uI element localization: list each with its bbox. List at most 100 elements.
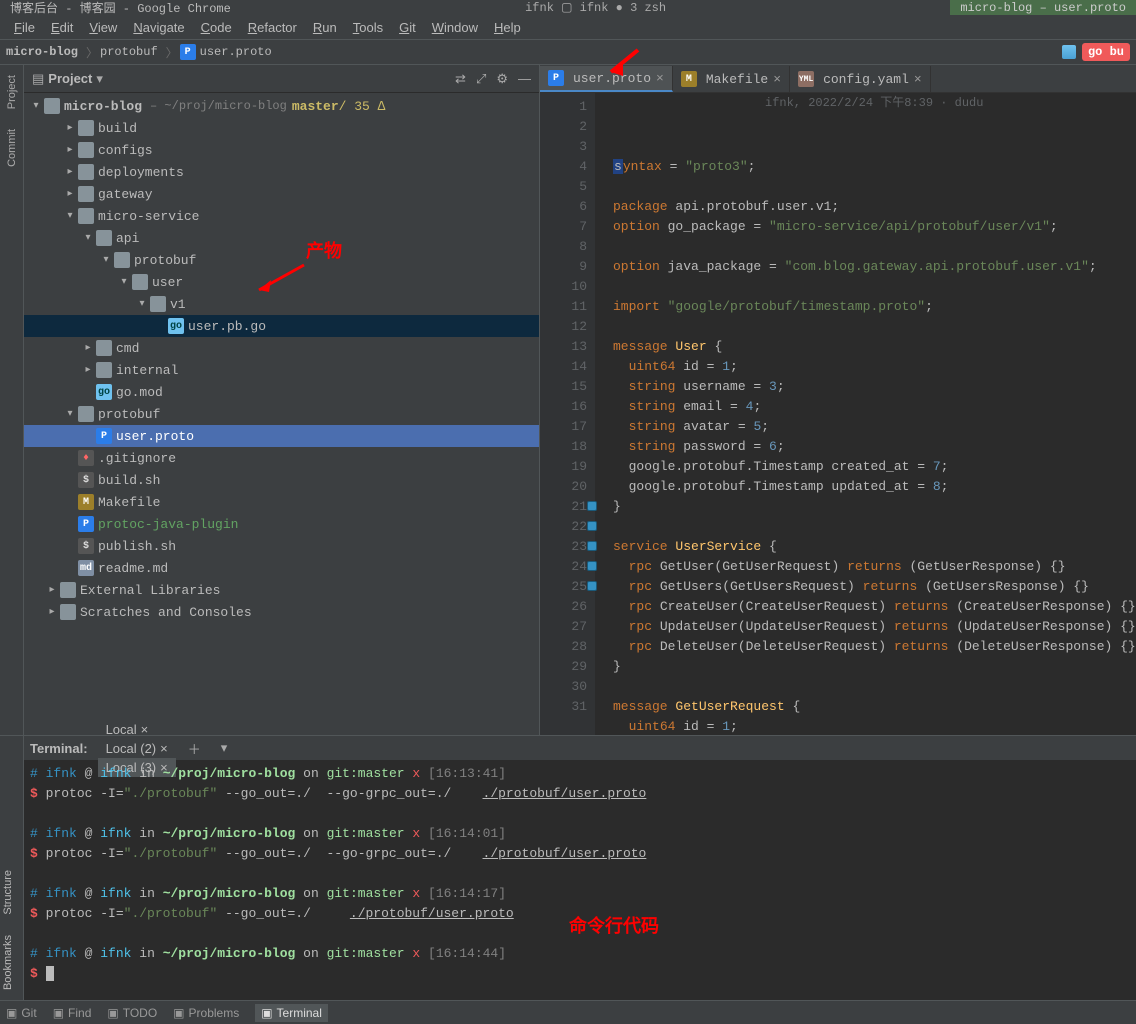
toolwindow-find-button[interactable]: ▣ Find xyxy=(53,1006,92,1020)
chevron-right-icon: 〉 xyxy=(86,44,98,61)
file-icon: M xyxy=(78,494,94,510)
chevron-down-icon[interactable]: ▾ xyxy=(213,738,236,758)
hide-icon[interactable]: — xyxy=(518,71,531,87)
git-icon: ▣ xyxy=(6,1006,17,1020)
tree-item-user-pb-go[interactable]: gouser.pb.go xyxy=(24,315,539,337)
toolwindow-terminal-button[interactable]: ▣ Terminal xyxy=(255,1004,328,1022)
tree-item-build[interactable]: ▸build xyxy=(24,117,539,139)
terminal-title: Terminal: xyxy=(30,741,88,756)
toolwindow-git-button[interactable]: ▣ Git xyxy=(6,1006,37,1020)
tree-item-build-sh[interactable]: $build.sh xyxy=(24,469,539,491)
file-icon: ♦ xyxy=(78,450,94,466)
tool-commit-tab[interactable]: Commit xyxy=(4,119,20,177)
file-icon xyxy=(96,362,112,378)
editor-code-body[interactable]: ifnk, 2022/2/24 下午8:39 · dudu syntax = "… xyxy=(595,93,1136,735)
close-icon[interactable]: × xyxy=(773,72,781,87)
close-icon[interactable]: × xyxy=(656,71,664,86)
editor-tab-makefile[interactable]: MMakefile× xyxy=(673,66,790,92)
menu-tools[interactable]: Tools xyxy=(345,18,391,37)
terminal-tab-1[interactable]: Local (2) × xyxy=(98,739,176,758)
select-opened-file-icon[interactable]: ⇄ xyxy=(455,71,466,87)
file-icon xyxy=(78,164,94,180)
editor-tab-user-proto[interactable]: Puser.proto× xyxy=(540,66,673,92)
tree-item--gitignore[interactable]: ♦.gitignore xyxy=(24,447,539,469)
toolwindow-problems-button[interactable]: ▣ Problems xyxy=(173,1006,239,1020)
file-icon: P xyxy=(548,70,564,86)
tree-item-makefile[interactable]: MMakefile xyxy=(24,491,539,513)
titlebar-left-tab[interactable]: 博客后台 - 博客园 - Google Chrome xyxy=(0,0,241,15)
file-icon xyxy=(60,582,76,598)
tree-item-internal[interactable]: ▸internal xyxy=(24,359,539,381)
menu-view[interactable]: View xyxy=(81,18,125,37)
close-icon[interactable]: × xyxy=(141,722,149,737)
breadcrumb-file[interactable]: user.proto xyxy=(200,45,272,59)
tree-item-user-proto[interactable]: Puser.proto xyxy=(24,425,539,447)
toolwindow-todo-button[interactable]: ▣ TODO xyxy=(107,1006,157,1020)
editor-tab-config-yaml[interactable]: YMLconfig.yaml× xyxy=(790,66,931,92)
tree-item-protobuf[interactable]: ▾protobuf xyxy=(24,249,539,271)
file-icon: P xyxy=(96,428,112,444)
tree-item-v1[interactable]: ▾v1 xyxy=(24,293,539,315)
file-icon: $ xyxy=(78,538,94,554)
tree-item-cmd[interactable]: ▸cmd xyxy=(24,337,539,359)
tree-item-readme-md[interactable]: mdreadme.md xyxy=(24,557,539,579)
chevron-down-icon[interactable]: ▾ xyxy=(96,71,103,87)
tool-structure-tab[interactable]: Structure xyxy=(0,860,23,925)
tree-item-external-libraries[interactable]: ▸External Libraries xyxy=(24,579,539,601)
editor-gutter[interactable]: 1234567891011121314151617181920212223242… xyxy=(540,93,595,735)
titlebar-right-tab[interactable]: micro-blog – user.proto xyxy=(950,0,1136,15)
menu-refactor[interactable]: Refactor xyxy=(240,18,305,37)
menu-navigate[interactable]: Navigate xyxy=(125,18,192,37)
breadcrumb-root[interactable]: micro-blog xyxy=(6,45,78,59)
tree-item-publish-sh[interactable]: $publish.sh xyxy=(24,535,539,557)
close-icon[interactable]: × xyxy=(160,741,168,756)
tree-item-protobuf[interactable]: ▾protobuf xyxy=(24,403,539,425)
file-icon xyxy=(78,186,94,202)
tree-item-scratches-and-consoles[interactable]: ▸Scratches and Consoles xyxy=(24,601,539,623)
menu-help[interactable]: Help xyxy=(486,18,529,37)
file-icon: go xyxy=(168,318,184,334)
folder-icon: ▤ xyxy=(32,71,44,87)
menu-window[interactable]: Window xyxy=(424,18,486,37)
file-icon: $ xyxy=(78,472,94,488)
gear-icon[interactable]: ⚙ xyxy=(496,71,508,87)
go-build-button[interactable]: go bu xyxy=(1082,43,1130,61)
menu-git[interactable]: Git xyxy=(391,18,424,37)
menu-code[interactable]: Code xyxy=(193,18,240,37)
proto-file-icon: P xyxy=(180,44,196,60)
terminal-tabs: Terminal: Local ×Local (2) ×Local (3) × … xyxy=(24,736,1136,760)
tree-root[interactable]: ▾micro-blog – ~/proj/micro-blog master /… xyxy=(24,95,539,117)
file-icon: M xyxy=(681,71,697,87)
tree-item-configs[interactable]: ▸configs xyxy=(24,139,539,161)
tree-item-api[interactable]: ▾api xyxy=(24,227,539,249)
file-icon xyxy=(96,340,112,356)
tree-item-deployments[interactable]: ▸deployments xyxy=(24,161,539,183)
tree-item-user[interactable]: ▾user xyxy=(24,271,539,293)
menu-file[interactable]: File xyxy=(6,18,43,37)
chevron-right-icon: 〉 xyxy=(166,44,178,61)
project-pane-title[interactable]: Project xyxy=(48,71,92,86)
tree-item-protoc-java-plugin[interactable]: Pprotoc-java-plugin xyxy=(24,513,539,535)
close-icon[interactable]: × xyxy=(914,72,922,87)
file-icon xyxy=(78,142,94,158)
project-tree[interactable]: ▾micro-blog – ~/proj/micro-blog master /… xyxy=(24,93,539,735)
file-icon xyxy=(78,120,94,136)
code-lens-author-info: ifnk, 2022/2/24 下午8:39 · dudu xyxy=(765,93,983,113)
file-icon: go xyxy=(96,384,112,400)
file-icon xyxy=(60,604,76,620)
tool-project-tab[interactable]: Project xyxy=(4,65,20,119)
find-icon: ▣ xyxy=(53,1006,64,1020)
terminal-new-tab-button[interactable]: ＋ xyxy=(180,737,209,760)
tree-item-gateway[interactable]: ▸gateway xyxy=(24,183,539,205)
tree-item-go-mod[interactable]: gogo.mod xyxy=(24,381,539,403)
menu-run[interactable]: Run xyxy=(305,18,345,37)
expand-all-icon[interactable]: ⤢ xyxy=(476,71,486,87)
tool-bookmarks-tab[interactable]: Bookmarks xyxy=(0,925,23,1000)
file-icon xyxy=(114,252,130,268)
tree-item-micro-service[interactable]: ▾micro-service xyxy=(24,205,539,227)
terminal-tab-0[interactable]: Local × xyxy=(98,720,176,739)
menu-edit[interactable]: Edit xyxy=(43,18,81,37)
breadcrumb-folder[interactable]: protobuf xyxy=(100,45,158,59)
terminal-output[interactable]: # ifnk @ ifnk in ~/proj/micro-blog on gi… xyxy=(24,760,1136,1000)
titlebar-center: ifnk ▢ ifnk ● 3 zsh xyxy=(241,0,951,15)
